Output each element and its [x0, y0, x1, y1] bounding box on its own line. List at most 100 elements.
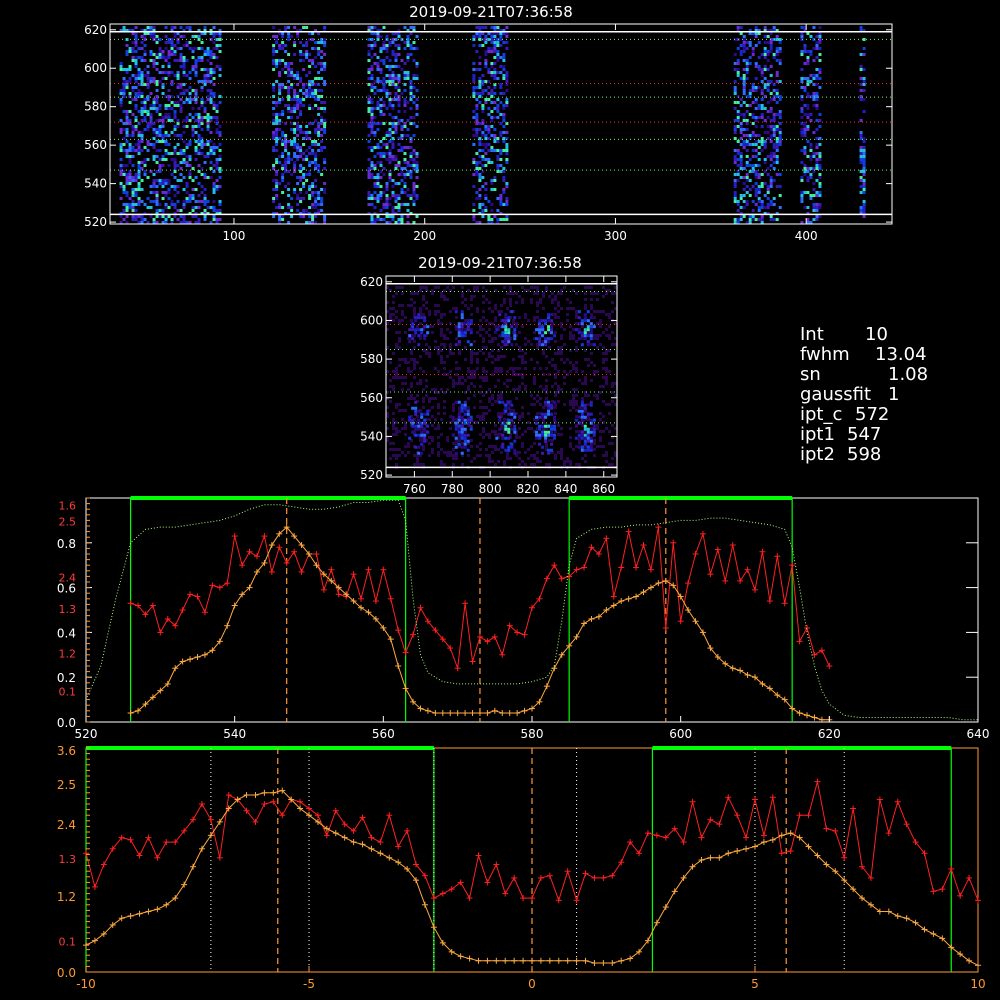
- heat-pixel: [818, 158, 822, 161]
- heat-pixel: [815, 209, 819, 212]
- heat-pixel: [590, 427, 593, 430]
- heat-pixel: [490, 218, 494, 221]
- heat-pixel: [287, 80, 291, 83]
- heat-pixel: [137, 134, 141, 137]
- heat-pixel: [586, 343, 590, 347]
- heat-pixel: [212, 41, 216, 44]
- heat-pixel: [323, 191, 327, 194]
- heat-pixel: [290, 158, 294, 161]
- heat-pixel: [818, 173, 822, 176]
- heat-pixel: [140, 35, 144, 38]
- heat-pixel: [323, 44, 327, 47]
- heat-pixel: [376, 77, 380, 80]
- heat-pixel: [566, 307, 569, 310]
- heat-pixel: [209, 95, 213, 98]
- heat-pixel: [173, 215, 177, 218]
- heat-pixel: [772, 143, 776, 146]
- heat-pixel: [376, 65, 380, 68]
- heat-pixel: [500, 391, 503, 394]
- heat-pixel: [472, 158, 476, 161]
- heat-pixel: [308, 89, 312, 92]
- heat-pixel: [275, 50, 279, 53]
- heat-pixel: [278, 113, 282, 116]
- heat-pixel: [317, 53, 321, 56]
- heat-pixel: [284, 44, 288, 47]
- heat-pixel: [206, 116, 210, 119]
- heat-pixel: [510, 343, 514, 347]
- heat-pixel: [140, 140, 144, 143]
- info-ipt1-label: ipt1: [800, 424, 835, 445]
- heat-pixel: [536, 286, 539, 289]
- heat-pixel: [521, 412, 524, 415]
- heat-pixel: [541, 325, 545, 329]
- heat-pixel: [446, 388, 449, 391]
- heat-pixel: [281, 155, 285, 158]
- heat-pixel: [140, 59, 144, 62]
- heat-pixel: [137, 149, 141, 152]
- heat-pixel: [605, 358, 608, 361]
- heat-pixel: [475, 104, 479, 107]
- heat-pixel: [281, 41, 285, 44]
- heat-pixel: [379, 104, 383, 107]
- heat-pixel: [293, 143, 297, 146]
- heat-pixel: [800, 194, 804, 197]
- heat-pixel: [806, 80, 810, 83]
- heat-pixel: [473, 295, 476, 298]
- heat-pixel: [275, 140, 279, 143]
- heat-pixel: [815, 44, 819, 47]
- heat-pixel: [596, 397, 599, 400]
- heat-pixel: [577, 445, 581, 449]
- heat-pixel: [164, 26, 168, 29]
- heat-pixel: [409, 158, 413, 161]
- heat-pixel: [809, 146, 813, 149]
- heat-pixel: [485, 448, 488, 451]
- heat-pixel: [472, 92, 476, 95]
- heat-pixel: [488, 457, 491, 460]
- heat-pixel: [379, 50, 383, 53]
- heat-pixel: [772, 113, 776, 116]
- heat-pixel: [408, 328, 412, 332]
- heat-pixel: [460, 445, 464, 449]
- heat-pixel: [373, 155, 377, 158]
- heat-pixel: [194, 125, 198, 128]
- heat-pixel: [373, 32, 377, 35]
- heat-pixel: [206, 53, 210, 56]
- heat-pixel: [412, 122, 416, 125]
- heat-pixel: [488, 355, 491, 358]
- heat-pixel: [502, 179, 506, 182]
- heat-pixel: [496, 107, 500, 110]
- heat-pixel: [859, 206, 863, 209]
- heat-pixel: [778, 113, 782, 116]
- heat-pixel: [487, 71, 491, 74]
- heat-pixel: [496, 50, 500, 53]
- heat-pixel: [815, 56, 819, 59]
- heat-pixel: [209, 62, 213, 65]
- heat-pixel: [575, 445, 578, 448]
- heat-pixel: [551, 364, 554, 367]
- heat-pixel: [772, 146, 776, 149]
- heat-pixel: [572, 334, 575, 337]
- heat-pixel: [299, 164, 303, 167]
- heat-pixel: [505, 41, 509, 44]
- heat-pixel: [389, 379, 392, 382]
- heat-pixel: [524, 451, 527, 454]
- heat-pixel: [490, 149, 494, 152]
- heat-pixel: [164, 107, 168, 110]
- heat-pixel: [188, 41, 192, 44]
- heat-pixel: [599, 310, 602, 313]
- heat-pixel: [395, 286, 398, 289]
- heat-pixel: [434, 388, 437, 391]
- heat-pixel: [215, 161, 219, 164]
- heat-pixel: [398, 358, 401, 361]
- heat-pixel: [215, 116, 219, 119]
- heat-pixel: [302, 152, 306, 155]
- heat-pixel: [481, 209, 485, 212]
- heat-pixel: [140, 92, 144, 95]
- heat-pixel: [373, 92, 377, 95]
- heat-pixel: [122, 203, 126, 206]
- heat-pixel: [206, 80, 210, 83]
- heat-pixel: [392, 319, 395, 322]
- heat-pixel: [176, 101, 180, 104]
- heat-pixel: [806, 56, 810, 59]
- heat-pixel: [502, 113, 506, 116]
